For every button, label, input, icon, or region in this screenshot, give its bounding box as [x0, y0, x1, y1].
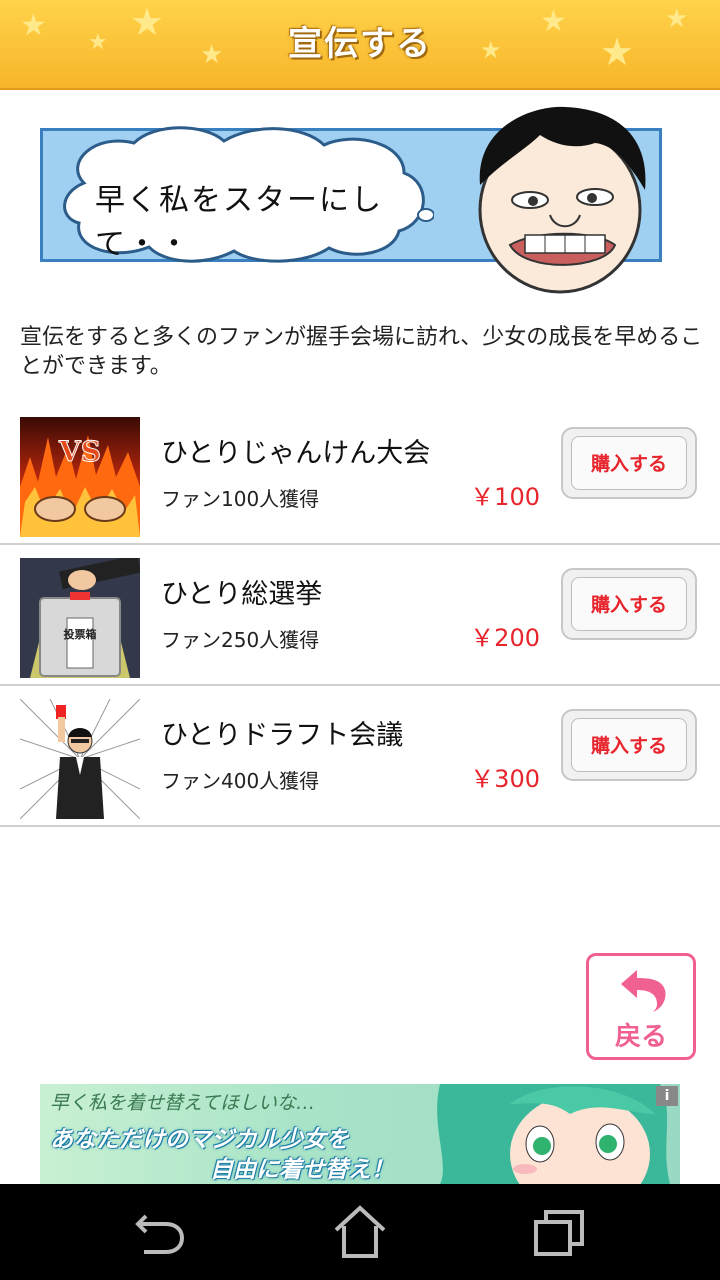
- ad-line-3: 自由に着せ替え！: [210, 1157, 394, 1183]
- draft-man-icon: [20, 699, 140, 819]
- fire-icon: VS: [20, 435, 140, 537]
- banner-speech: 早く私をスターにして・・: [95, 183, 383, 262]
- buy-button-label: 購入する: [571, 577, 687, 631]
- list-item[interactable]: 投票箱 ひとり総選挙 ファン250人獲得 ￥200 購入する: [0, 546, 720, 686]
- ad-line-1: 早く私を着せ替えてほしいな…: [50, 1092, 316, 1114]
- return-arrow-icon: [621, 970, 666, 1012]
- ad-line-2: あなただけのマジカル少女を: [50, 1127, 349, 1153]
- back-button-label: 戻る: [614, 1022, 667, 1052]
- page-title: 宣伝する: [288, 24, 432, 64]
- header-bar: ★ ★ ★ ★ ★ ★ ★ ★ 宣伝する: [0, 0, 720, 90]
- anime-girl-illustration: [437, 1084, 670, 1184]
- item-price: ￥300: [470, 765, 540, 793]
- item-price: ￥100: [470, 483, 540, 511]
- vs-label: VS: [58, 435, 101, 468]
- system-nav-bar: [0, 1184, 720, 1280]
- buy-button-label: 購入する: [571, 436, 687, 490]
- item-fans: ファン250人獲得: [161, 628, 320, 652]
- ad-info-icon[interactable]: i: [656, 1086, 678, 1106]
- buy-button[interactable]: 購入する: [561, 427, 697, 499]
- buy-button[interactable]: 購入する: [561, 568, 697, 640]
- back-button[interactable]: 戻る: [586, 953, 696, 1060]
- item-title: ひとり総選挙: [161, 579, 323, 610]
- item-title: ひとりドラフト会議: [161, 720, 404, 751]
- item-fans: ファン100人獲得: [161, 487, 320, 511]
- item-price: ￥200: [470, 624, 540, 652]
- election-thumbnail: 投票箱: [20, 558, 140, 678]
- character-face-icon: [478, 106, 646, 294]
- buy-button[interactable]: 購入する: [561, 709, 697, 781]
- home-icon[interactable]: [330, 1202, 390, 1262]
- ballot-label: 投票箱: [64, 627, 97, 641]
- ballot-box-icon: 投票箱: [30, 558, 140, 678]
- buy-button-label: 購入する: [571, 718, 687, 772]
- list-item[interactable]: ひとりドラフト会議 ファン400人獲得 ￥300 購入する: [0, 687, 720, 827]
- description-text: 宣伝をすると多くのファンが握手会場に訪れ、少女の成長を早めることができます。: [20, 325, 703, 379]
- list-item[interactable]: VS ひとりじゃんけん大会 ファン100人獲得 ￥100 購入する: [0, 405, 720, 545]
- item-title: ひとりじゃんけん大会: [161, 438, 431, 469]
- back-icon[interactable]: [130, 1202, 190, 1262]
- item-fans: ファン400人獲得: [161, 769, 320, 793]
- ad-banner[interactable]: 早く私を着せ替えてほしいな… あなただけのマジカル少女を 自由に着せ替え！: [40, 1084, 680, 1184]
- recent-apps-icon[interactable]: [530, 1202, 590, 1262]
- janken-thumbnail: VS: [20, 417, 140, 537]
- draft-thumbnail: [20, 699, 140, 819]
